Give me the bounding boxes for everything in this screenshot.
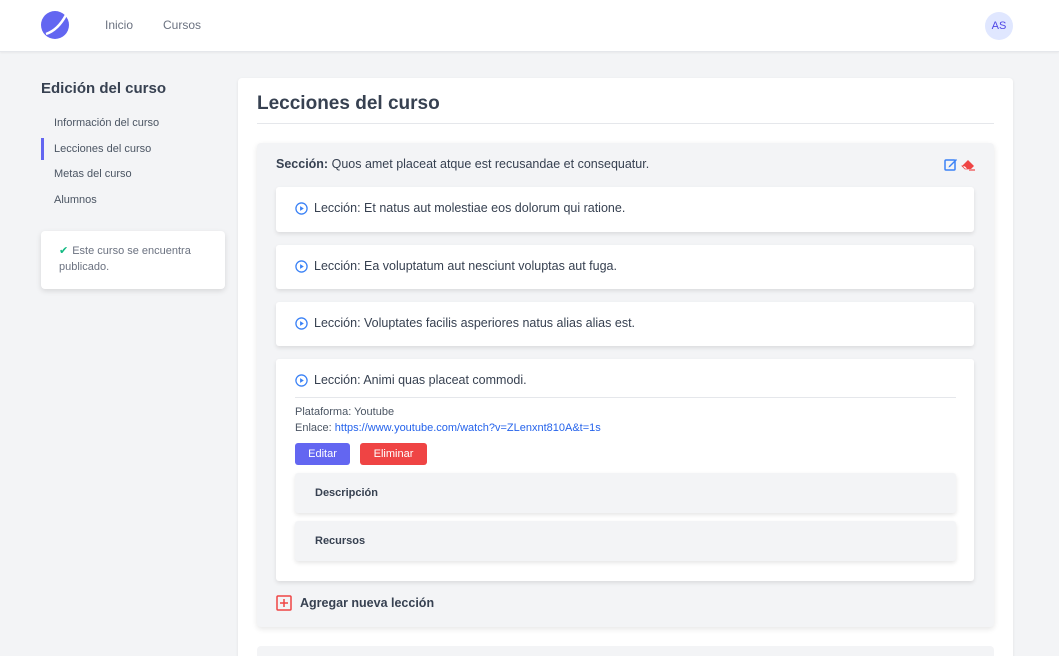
lesson-title: Lección: Ea voluptatum aut nesciunt volu… (314, 259, 617, 273)
video-link[interactable]: https://www.youtube.com/watch?v=ZLenxnt8… (335, 422, 601, 434)
lesson-title: Lección: Voluptates facilis asperiores n… (314, 316, 636, 330)
sidebar-item-lecciones[interactable]: Lecciones del curso (41, 138, 226, 160)
top-navbar: Inicio Cursos AS (0, 0, 1059, 52)
avatar[interactable]: AS (985, 12, 1013, 40)
sidebar-item-informacion[interactable]: Información del curso (41, 112, 226, 134)
lesson-title: Lección: Animi quas placeat commodi. (314, 373, 527, 387)
link-label: Enlace: (295, 422, 332, 434)
divider (295, 397, 956, 398)
eraser-icon[interactable] (961, 157, 976, 171)
page-title: Lecciones del curso (257, 93, 440, 114)
plus-square-icon (276, 595, 292, 611)
lesson-item[interactable]: Lección: Ea voluptatum aut nesciunt volu… (276, 245, 974, 289)
play-circle-icon (295, 316, 308, 330)
lesson-item-expanded[interactable]: Lección: Animi quas placeat commodi. Pla… (276, 359, 974, 581)
lesson-item[interactable]: Lección: Voluptates facilis asperiores n… (276, 302, 974, 346)
delete-button[interactable]: Eliminar (360, 443, 427, 465)
section-header: Sección: Quos amet placeat atque est rec… (276, 157, 649, 171)
publish-status-card: ✔ Este curso se encuentra publicado. (41, 231, 225, 289)
platform-info: Plataforma: Youtube (295, 406, 394, 418)
link-info: Enlace: https://www.youtube.com/watch?v=… (295, 422, 601, 434)
play-circle-icon (295, 373, 308, 387)
lesson-title: Lección: Et natus aut molestiae eos dolo… (314, 201, 626, 215)
check-icon: ✔ (59, 245, 69, 257)
play-circle-icon (295, 201, 308, 215)
add-lesson-label: Agregar nueva lección (300, 596, 435, 610)
logo-icon[interactable] (40, 10, 70, 40)
platform-value: Youtube (354, 406, 395, 418)
course-section: Sección: Quos amet placeat atque est rec… (257, 143, 994, 627)
edit-icon[interactable] (944, 157, 958, 171)
main-card: Lecciones del curso Sección: Quos amet p… (238, 78, 1013, 656)
nav-link-cursos[interactable]: Cursos (163, 18, 201, 32)
edit-button[interactable]: Editar (295, 443, 350, 465)
platform-label: Plataforma: (295, 406, 352, 418)
play-circle-icon (295, 259, 308, 273)
section-actions (944, 157, 976, 171)
publish-status-text: Este curso se encuentra publicado. (59, 245, 191, 273)
resources-accordion[interactable]: Recursos (295, 521, 956, 561)
divider (257, 123, 994, 124)
section-prefix: Sección: (276, 157, 329, 171)
course-section-next (257, 646, 994, 656)
nav-link-inicio[interactable]: Inicio (105, 18, 133, 32)
sidebar-title: Edición del curso (41, 80, 167, 97)
section-name: Quos amet placeat atque est recusandae e… (331, 157, 650, 171)
sidebar-item-metas[interactable]: Metas del curso (41, 163, 226, 185)
sidebar-item-alumnos[interactable]: Alumnos (41, 189, 226, 211)
description-accordion[interactable]: Descripción (295, 473, 956, 513)
lesson-item[interactable]: Lección: Et natus aut molestiae eos dolo… (276, 187, 974, 232)
add-lesson-button[interactable]: Agregar nueva lección (276, 595, 434, 611)
